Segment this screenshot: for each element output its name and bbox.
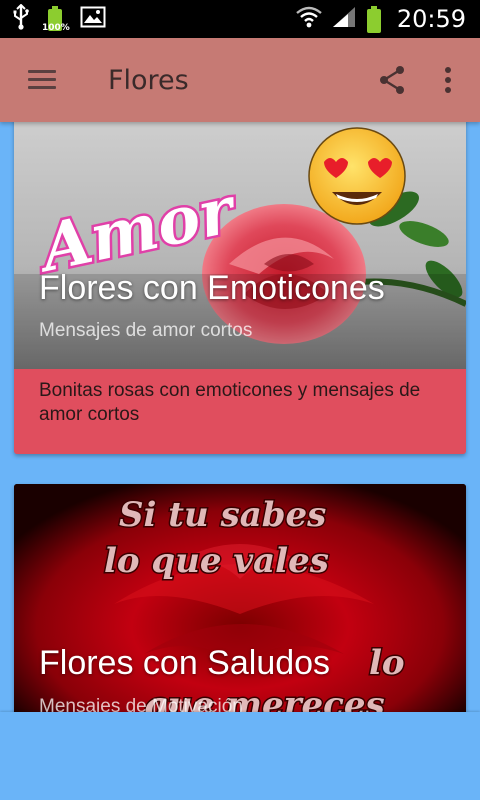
- card-title: Flores con Saludos: [39, 644, 331, 682]
- more-vert-icon: [445, 67, 451, 93]
- battery-icon: [365, 5, 383, 33]
- card-subtitle: Mensajes de Motivación: [39, 696, 243, 712]
- hamburger-icon: [28, 70, 56, 90]
- battery-full-icon: 100%: [42, 5, 70, 33]
- menu-button[interactable]: [0, 38, 84, 122]
- share-icon: [380, 66, 404, 94]
- wifi-icon: [295, 5, 323, 33]
- signal-icon: [331, 5, 357, 33]
- bottom-bar: [0, 712, 480, 800]
- app-toolbar: Flores: [0, 38, 480, 122]
- card-flores-saludos[interactable]: Si tu sabes lo que vales lo que mereces …: [14, 484, 466, 712]
- usb-icon: [12, 3, 30, 34]
- card-title: Flores con Emoticones: [39, 269, 385, 307]
- card-description: Bonitas rosas con emoticones y mensajes …: [39, 380, 421, 425]
- clock: 20:59: [396, 5, 466, 33]
- status-bar: 100% 20:59: [0, 0, 480, 38]
- battery-percent: 100%: [42, 23, 70, 33]
- image-notification-icon: [80, 6, 106, 32]
- card-flores-emoticones[interactable]: Amor Flores con Emoticones Mensajes de a…: [14, 122, 466, 454]
- card-subtitle: Mensajes de amor cortos: [39, 320, 253, 341]
- share-button[interactable]: [362, 38, 422, 122]
- more-options-button[interactable]: [422, 38, 474, 122]
- image-text-line2: lo que vales: [104, 541, 329, 581]
- toolbar-title: Flores: [108, 64, 189, 96]
- card-list: Amor Flores con Emoticones Mensajes de a…: [0, 122, 480, 712]
- image-text-line3: lo: [369, 643, 405, 683]
- image-text-line1: Si tu sabes: [119, 495, 326, 535]
